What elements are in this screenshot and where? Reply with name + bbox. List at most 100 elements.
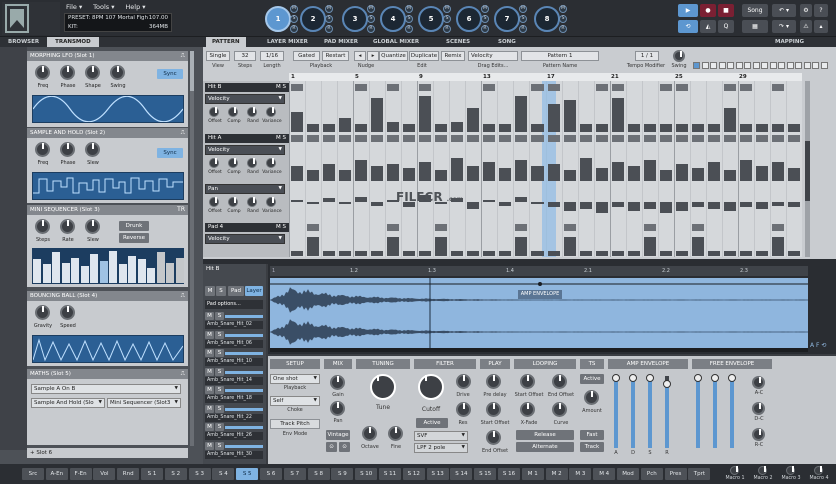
velocity-bar[interactable] [771,236,784,256]
velocity-bar[interactable] [355,160,368,181]
velocity-bar[interactable] [739,124,752,132]
step-marker[interactable] [403,135,416,142]
menu-help[interactable]: Help ▾ [125,3,145,11]
row-comp-knob[interactable] [228,107,238,117]
step-marker[interactable] [387,84,400,91]
velocity-bar[interactable] [339,251,352,256]
pan-bar[interactable] [771,202,784,206]
pan-bar[interactable] [691,202,704,208]
step-marker[interactable] [483,84,496,91]
velocity-bar[interactable] [467,165,480,181]
velocity-bar[interactable] [563,100,576,132]
reverse-button[interactable]: Reverse [119,233,149,243]
sample-volume-bar[interactable] [225,352,263,355]
step-marker[interactable] [307,135,320,142]
free-env-knob[interactable] [752,402,765,415]
step-marker[interactable] [739,84,752,91]
free-env-knob[interactable] [752,428,765,441]
tab-browser[interactable]: BROWSER [0,37,47,47]
step-marker[interactable] [355,84,368,91]
maths-source-b-select[interactable]: Mini Sequencer (Slot3 [107,398,181,408]
step-marker[interactable] [771,84,784,91]
page-button[interactable] [820,62,828,69]
end-offset-knob[interactable] [486,430,501,445]
gravity-knob[interactable] [35,305,50,320]
quantize-button[interactable]: Quantize [379,51,408,61]
cutoff-knob[interactable] [418,374,444,400]
velocity-bar[interactable] [675,251,688,256]
envelope-slider[interactable] [629,374,637,448]
pad-6-button[interactable]: 6 [456,6,482,32]
song-button[interactable]: Song [742,4,768,17]
step-marker[interactable] [547,84,560,91]
seq-step[interactable] [61,262,70,283]
step-marker[interactable] [307,224,320,231]
slider-handle[interactable] [711,374,719,382]
pad-8-record[interactable]: R [559,25,567,33]
velocity-bar[interactable] [659,251,672,256]
pan-bar[interactable] [675,202,688,211]
row-pad-4[interactable]: Pad 4 M S [205,223,289,232]
velocity-bar[interactable] [627,165,640,181]
step-marker[interactable] [419,84,432,91]
remix-button[interactable]: Remix [441,51,465,61]
mod-source-m-4[interactable]: M 4 [593,468,616,480]
sample-item[interactable]: Amb_Snare_Hit_18 [205,395,263,403]
maths-module-header[interactable]: MATHS (Slot 5) ⎍ [27,369,188,379]
layer-tab[interactable]: Layer [245,286,263,296]
velocity-bar[interactable] [355,251,368,256]
step-marker[interactable] [483,135,496,142]
pad-5-solo[interactable]: S [443,15,451,23]
pad-8[interactable]: 8MSR [534,4,568,34]
pan-bar[interactable] [659,202,672,213]
step-marker[interactable] [515,135,528,142]
row-offset-knob[interactable] [209,197,219,207]
pan-knob[interactable] [330,401,345,416]
seq-step[interactable] [42,264,51,283]
pan-bar[interactable] [515,196,528,202]
playback-mode-select[interactable]: One shot [270,374,320,384]
velocity-bar[interactable] [419,251,432,256]
mod-source-s-7[interactable]: S 7 [283,468,306,480]
sample-item[interactable]: Amb_Snare_Hit_06 [205,339,263,348]
seq-step[interactable] [109,250,117,283]
step-marker[interactable] [531,135,544,142]
pad-7[interactable]: 7MSR [494,4,528,34]
sample-volume-bar[interactable] [225,444,263,448]
pad-6-record[interactable]: R [481,25,489,33]
step-marker[interactable] [419,135,432,142]
tab-global-mixer[interactable]: GLOBAL MIXER [373,37,419,47]
mod-source-s-5[interactable]: S 5 [236,468,259,480]
pad-3-button[interactable]: 3 [342,6,368,32]
row-hit-b[interactable]: Hit B M S [205,83,289,92]
velocity-bar[interactable] [547,104,560,132]
pad-1-mute[interactable]: M [290,5,298,13]
tab-pattern[interactable]: PATTERN [206,37,246,47]
length-select[interactable]: 1/16 [260,51,284,61]
sample-item[interactable]: Amb_Snare_Hit_22 [205,413,263,422]
pan-bar[interactable] [355,196,368,202]
tab-mapping[interactable]: MAPPING [775,37,804,47]
sample-mute[interactable]: M [205,367,214,376]
seq-step[interactable] [128,255,136,283]
velocity-bar[interactable] [595,124,608,132]
velocity-bar[interactable] [307,124,320,132]
auto-zoom-icon[interactable]: A F ⟲ [810,342,826,349]
grid-scrollbar[interactable] [805,81,810,257]
velocity-bar[interactable] [483,251,496,256]
pan-bar[interactable] [707,202,720,210]
sample-volume-bar[interactable] [225,333,263,337]
velocity-bar[interactable] [531,124,544,132]
pad-2-button[interactable]: 2 [300,6,326,32]
pad-2-solo[interactable]: S [325,15,333,23]
velocity-bar[interactable] [595,167,608,181]
row-rand-knob[interactable] [247,197,257,207]
mod-source-s-15[interactable]: S 15 [474,468,497,480]
sample-mute[interactable]: M [205,423,214,431]
velocity-bar[interactable] [291,165,304,181]
row-rand-knob[interactable] [247,107,257,117]
pad-3-mute[interactable]: M [367,5,375,13]
restart-button[interactable]: Restart [322,51,349,61]
pad-4[interactable]: 4MSR [380,4,414,34]
mod-source-s-8[interactable]: S 8 [307,468,330,480]
